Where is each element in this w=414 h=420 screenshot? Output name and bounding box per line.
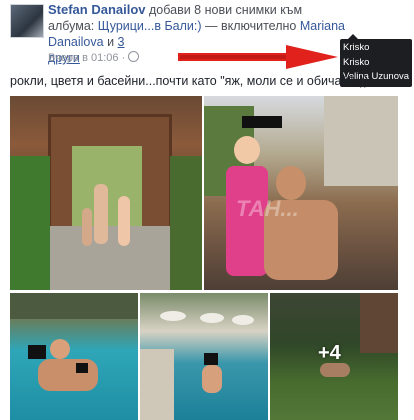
post-caption: рокли, цветя и басейни...почти като "яж,… — [10, 74, 369, 88]
pool-deck — [140, 349, 174, 420]
person-head — [50, 339, 70, 359]
post-timestamp[interactable]: Вчера в 01:06 · — [48, 51, 140, 64]
plants-right — [170, 156, 202, 290]
censor-bar — [76, 363, 88, 373]
tooltip-pointer — [348, 34, 358, 39]
people-in-pool — [38, 359, 98, 391]
photo-4[interactable] — [140, 293, 268, 420]
and-text: и — [103, 35, 118, 49]
globe-icon — [128, 51, 140, 62]
umbrella — [232, 315, 254, 325]
including-text: — включително — [201, 19, 300, 33]
girl-face — [234, 136, 260, 164]
tooltip-name[interactable]: Krisko — [343, 41, 409, 56]
red-arrow-annotation — [178, 45, 338, 69]
censor-bar — [28, 345, 46, 359]
building — [324, 96, 398, 186]
arrow-shading — [180, 55, 286, 59]
avatar[interactable] — [10, 4, 44, 38]
trees — [10, 293, 138, 319]
umbrella — [200, 313, 224, 323]
person-figure — [118, 196, 130, 246]
person-figure — [82, 208, 92, 246]
others-count-link[interactable]: 3 — [118, 35, 125, 49]
censor-bar — [204, 353, 218, 365]
author-link[interactable]: Stefan Danailov — [48, 2, 146, 17]
photo-2[interactable] — [204, 96, 398, 290]
plants-left — [10, 156, 50, 290]
tooltip-name[interactable]: Krisko — [343, 56, 409, 71]
photo-1[interactable] — [10, 96, 202, 290]
timestamp-text: Вчера в 01:06 · — [48, 52, 126, 64]
censor-bar — [242, 116, 282, 128]
umbrella — [160, 311, 186, 321]
more-photos-count[interactable]: +4 — [318, 342, 341, 365]
person-figure — [94, 184, 108, 244]
man-face — [276, 166, 306, 200]
watermark: ТАН... — [236, 196, 299, 221]
person-figure — [202, 365, 222, 393]
photo-3[interactable] — [10, 293, 138, 420]
album-link[interactable]: Щурици...в Бали:) — [98, 19, 202, 33]
